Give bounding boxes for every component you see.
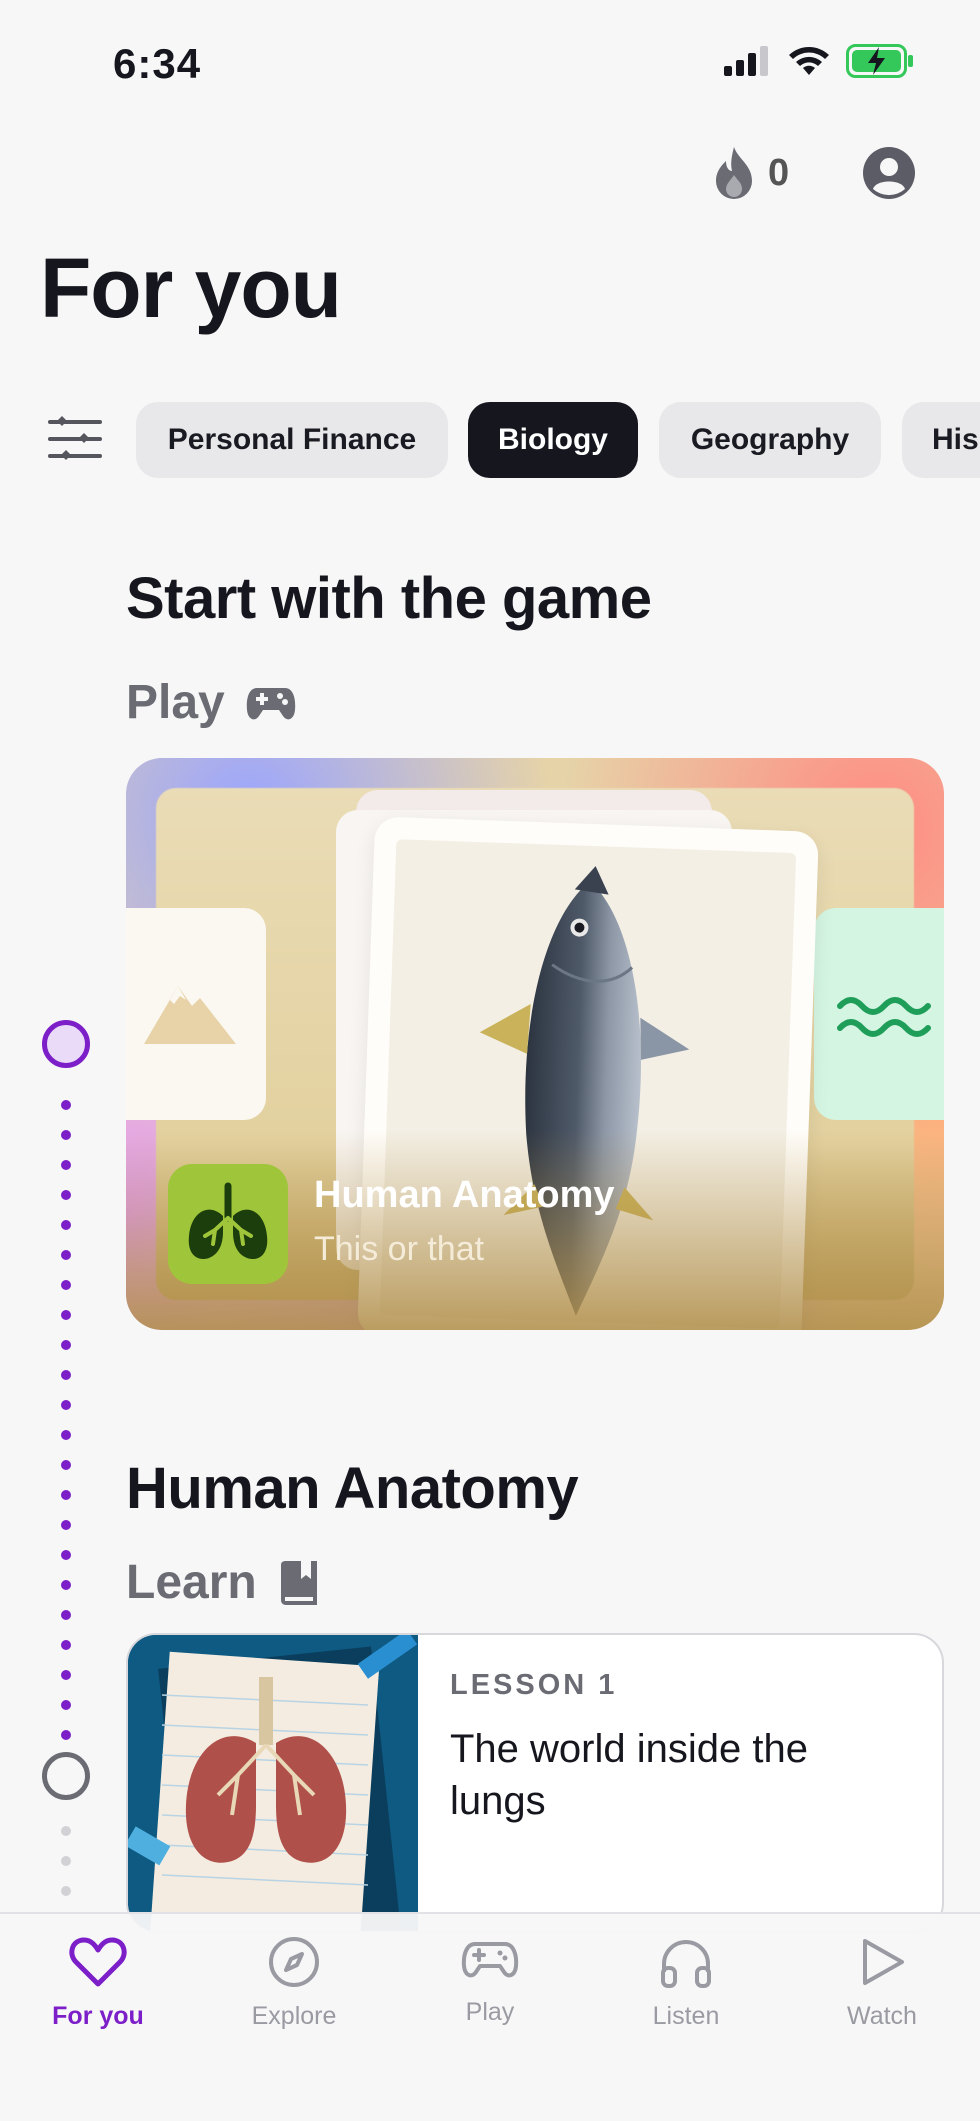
learn-label: Learn <box>126 1556 257 1609</box>
status-icons <box>724 44 914 78</box>
timeline-dot-upcoming <box>61 1886 71 1896</box>
section-title-game: Start with the game <box>126 566 652 631</box>
timeline-dot-upcoming <box>61 1856 71 1866</box>
streak-counter[interactable]: 0 <box>712 145 789 201</box>
timeline-dot <box>61 1520 71 1530</box>
tab-watch[interactable]: Watch <box>784 1936 980 2031</box>
section-subtitle-learn: Learn <box>126 1555 321 1610</box>
mountain-icon <box>144 986 236 1044</box>
chip-personal-finance[interactable]: Personal Finance <box>136 402 448 478</box>
game-card-title: Human Anatomy <box>314 1174 615 1216</box>
timeline-dot <box>61 1430 71 1440</box>
tab-listen[interactable]: Listen <box>588 1936 784 2031</box>
filter-sliders-icon[interactable] <box>48 414 102 464</box>
tab-label-listen: Listen <box>652 2002 720 2030</box>
timeline-dot <box>61 1400 71 1410</box>
side-card-mountain <box>126 908 266 1120</box>
chip-biology[interactable]: Biology <box>468 402 638 478</box>
lungs-icon <box>188 1182 268 1260</box>
tab-for-you[interactable]: For you <box>0 1936 196 2031</box>
tab-label-for-you: For you <box>52 2002 144 2030</box>
tab-label-explore: Explore <box>251 2002 337 2030</box>
timeline-node-next <box>42 1752 90 1800</box>
timeline-dot <box>61 1190 71 1200</box>
streak-count: 0 <box>768 151 790 194</box>
timeline-dot <box>61 1220 71 1230</box>
lesson-number: LESSON 1 <box>450 1669 618 1701</box>
book-icon <box>280 1560 317 1605</box>
timeline-dot <box>61 1280 71 1290</box>
cellular-signal-icon <box>724 46 768 76</box>
flame-icon <box>716 147 752 199</box>
play-icon <box>863 1939 904 1985</box>
timeline-dot <box>61 1460 71 1470</box>
tab-label-play: Play <box>465 1998 515 2026</box>
timeline-dot <box>61 1100 71 1110</box>
timeline-dot <box>61 1730 71 1740</box>
gamepad-outline-icon <box>461 1942 519 1978</box>
battery-charging-icon <box>846 44 913 78</box>
timeline-dot <box>61 1640 71 1650</box>
status-time: 6:34 <box>113 40 202 87</box>
timeline-dot <box>61 1490 71 1500</box>
chip-history[interactable]: His <box>902 402 980 478</box>
play-label: Play <box>126 676 225 729</box>
wifi-icon <box>789 47 829 75</box>
profile-icon[interactable] <box>862 146 916 200</box>
tab-bar: For you Explore Play Listen Watch <box>0 1912 980 2121</box>
timeline-dot <box>61 1130 71 1140</box>
section-subtitle-play: Play <box>126 675 297 730</box>
timeline-dot <box>61 1700 71 1710</box>
timeline-dot-upcoming <box>61 1826 71 1836</box>
lesson-thumbnail <box>128 1635 418 1931</box>
timeline-dot <box>61 1610 71 1620</box>
timeline-dot <box>61 1670 71 1680</box>
lesson-title: The world inside the lungs <box>450 1727 808 1823</box>
timeline-dot <box>61 1580 71 1590</box>
game-card[interactable]: Human Anatomy This or that <box>126 758 944 1330</box>
lungs-illustration <box>128 1635 418 1931</box>
timeline-dot <box>61 1250 71 1260</box>
timeline-node-current <box>42 1020 90 1068</box>
section-title-learn: Human Anatomy <box>126 1456 579 1521</box>
gamepad-icon <box>246 687 295 719</box>
game-card-subtitle: This or that <box>314 1230 485 1268</box>
heart-icon <box>69 1937 127 1987</box>
headphones-icon <box>661 1940 711 1988</box>
page-title: For you <box>40 241 342 335</box>
lungs-deck-icon <box>168 1164 288 1284</box>
waves-icon <box>837 997 931 1037</box>
tab-explore[interactable]: Explore <box>196 1936 392 2031</box>
page: 6:34 0 For you Personal Finance Biology … <box>0 0 980 2121</box>
timeline-dot <box>61 1370 71 1380</box>
timeline-dot <box>61 1340 71 1350</box>
compass-icon <box>269 1937 319 1987</box>
tab-play[interactable]: Play <box>392 1936 588 2027</box>
timeline-dot <box>61 1160 71 1170</box>
timeline-dot <box>61 1310 71 1320</box>
side-card-waves <box>814 908 944 1120</box>
topic-chips: Personal Finance Biology Geography His <box>0 402 980 478</box>
timeline-dot <box>61 1550 71 1560</box>
lesson-card[interactable]: LESSON 1 The world inside the lungs <box>126 1633 944 1933</box>
chip-geography[interactable]: Geography <box>659 402 881 478</box>
tab-label-watch: Watch <box>847 2002 917 2030</box>
